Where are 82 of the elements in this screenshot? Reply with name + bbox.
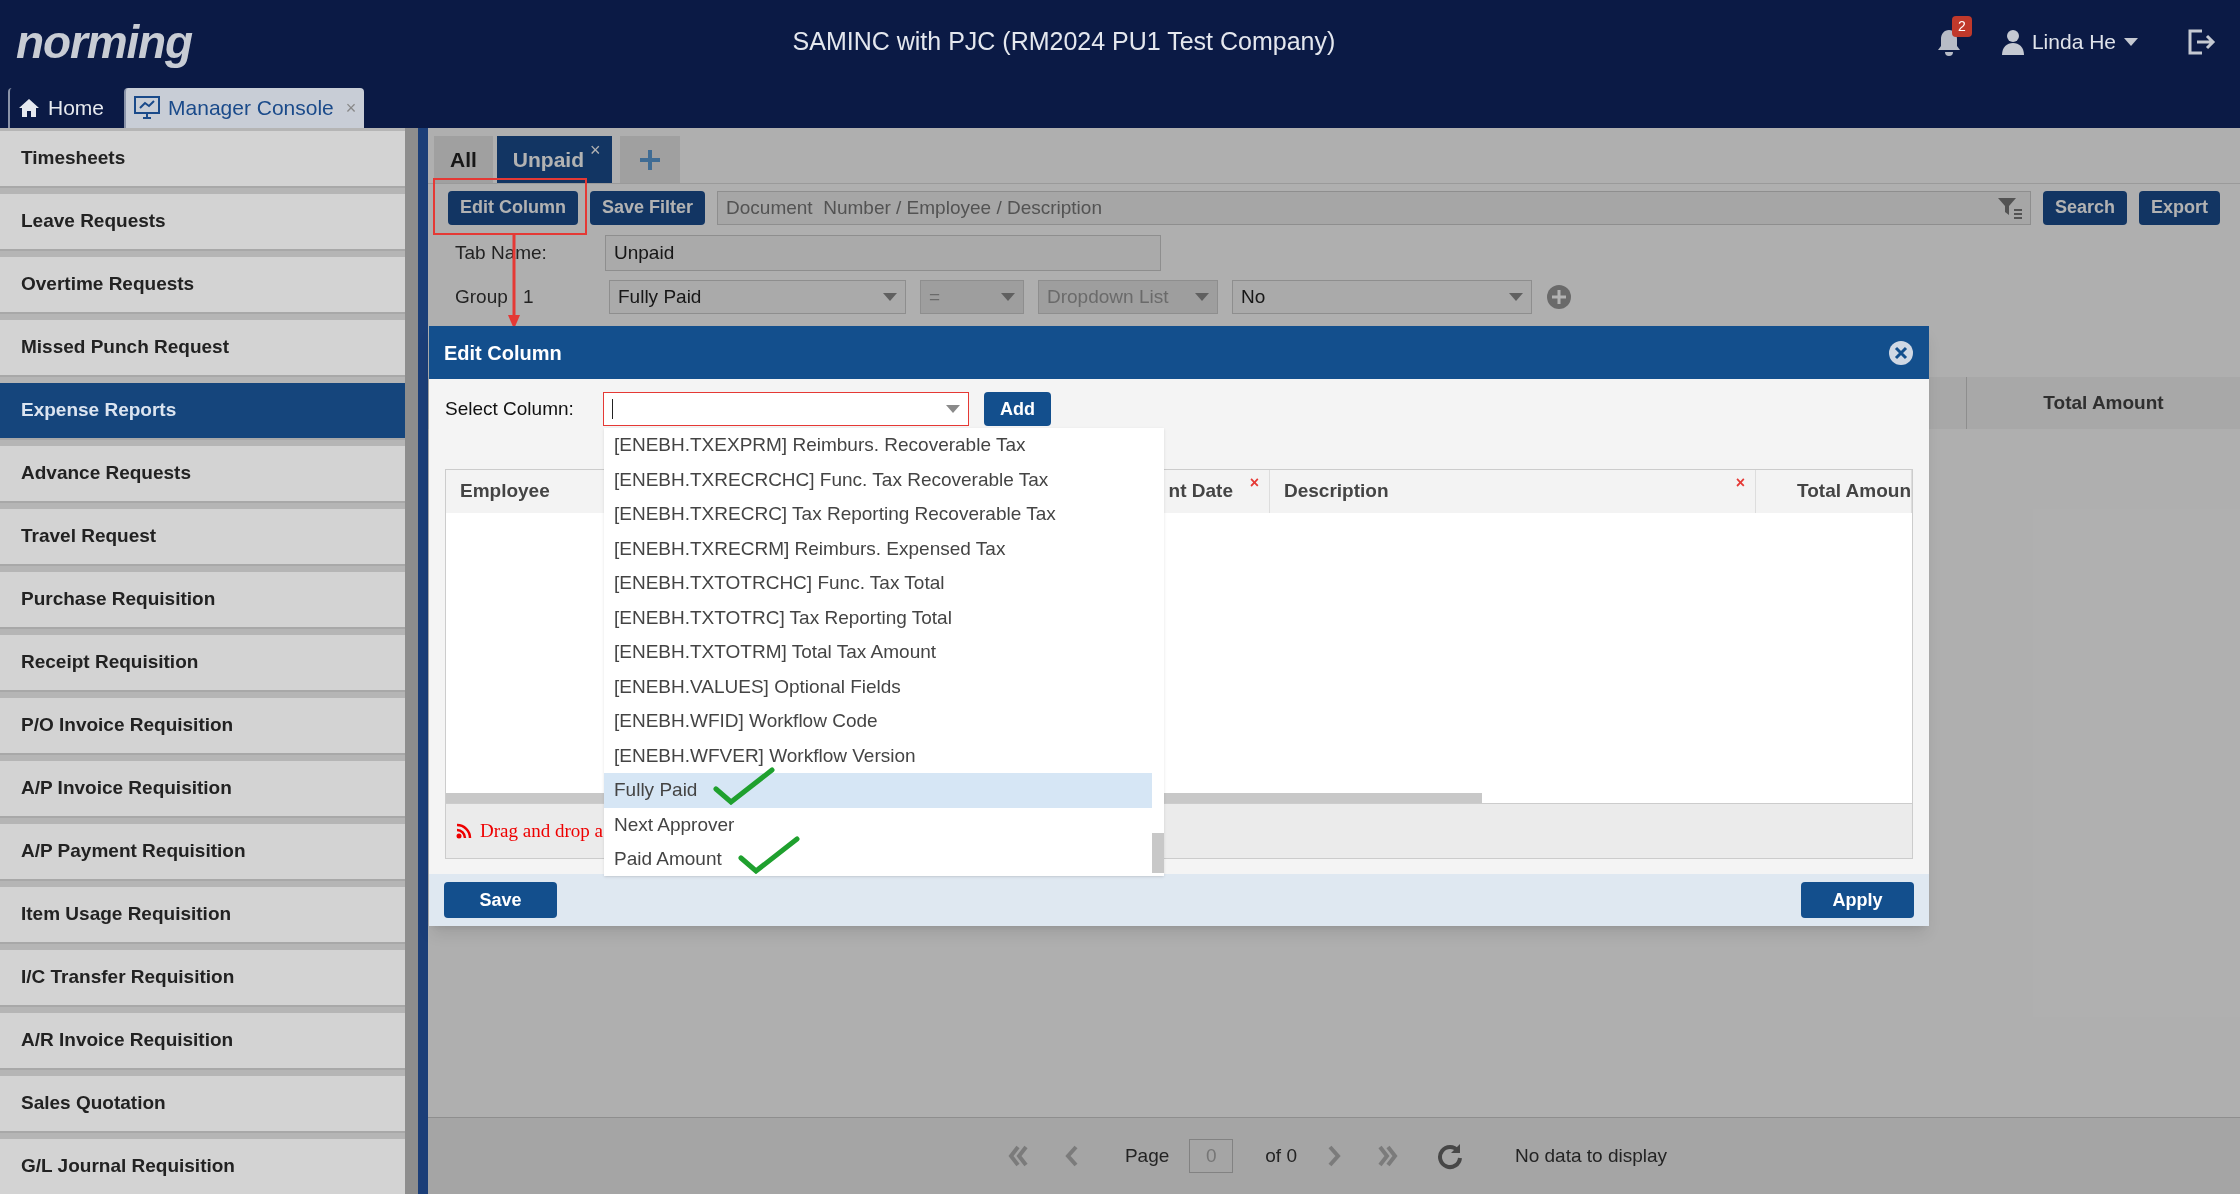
field-label: Select Column:: [445, 396, 575, 421]
sidebar-item[interactable]: Missed Punch Request: [0, 320, 405, 377]
app-title: SAMINC with PJC (RM2024 PU1 Test Company): [791, 26, 1337, 58]
dropdown-option[interactable]: Fully Paid: [614, 776, 698, 805]
plus-icon: [638, 147, 662, 172]
page-label: Page: [1124, 1143, 1170, 1168]
filter-tab[interactable]: All: [434, 136, 493, 183]
close-icon[interactable]: [1888, 339, 1914, 366]
pager-status: No data to display: [1515, 1143, 1668, 1168]
dropdown-option[interactable]: [ENEBH.TXRECRC] Tax Reporting Recoverable Tax: [614, 500, 1056, 529]
tab-name-field[interactable]: Unpaid: [605, 235, 1161, 271]
user-menu[interactable]: Linda He: [2001, 26, 2138, 58]
dropdown-option[interactable]: Paid Amount: [614, 845, 722, 874]
edit-column-button[interactable]: Edit Column: [448, 190, 578, 225]
notification-badge: 2: [1951, 16, 1972, 37]
logo: norming: [16, 14, 192, 70]
search-button[interactable]: Search: [2042, 190, 2127, 225]
sidebar-item[interactable]: Travel Request: [0, 509, 405, 566]
dropdown-option[interactable]: [ENEBH.WFID] Workflow Code: [614, 707, 878, 736]
close-tab-icon[interactable]: ×: [590, 137, 612, 164]
sidebar-item[interactable]: Item Usage Requisition: [0, 887, 405, 944]
sidebar-item[interactable]: Leave Requests: [0, 194, 405, 251]
dropdown-option[interactable]: [ENEBH.TXTOTRCHC] Func. Tax Total: [614, 569, 945, 598]
column-header[interactable]: Total Amoun: [1797, 477, 1911, 506]
dropdown-option[interactable]: [ENEBH.VALUES] Optional Fields: [614, 672, 901, 701]
caret-icon: [1509, 293, 1523, 301]
caret-icon: [1001, 293, 1015, 301]
sidebar-item[interactable]: A/P Invoice Requisition: [0, 761, 405, 818]
scrollbar-thumb[interactable]: [1152, 833, 1164, 873]
drag-hint: Drag and drop a: [480, 818, 603, 843]
add-button[interactable]: Add: [984, 392, 1051, 426]
home-icon: [18, 98, 40, 118]
column-header[interactable]: Description: [1284, 477, 1389, 506]
sidebar-item[interactable]: Timesheets: [0, 131, 405, 188]
caret-icon: [1195, 293, 1209, 301]
caret-icon: [2124, 38, 2138, 46]
save-button[interactable]: Save: [444, 882, 557, 918]
user-icon: [2001, 29, 2024, 55]
page-count: of 0: [1265, 1143, 1297, 1168]
refresh-icon: [1436, 1142, 1464, 1170]
sidebar-item[interactable]: Purchase Requisition: [0, 572, 405, 629]
dropdown-option[interactable]: [ENEBH.TXRECRCHC] Func. Tax Recoverable Tax: [614, 465, 1049, 494]
value-select[interactable]: No: [1232, 280, 1532, 314]
sidebar-item[interactable]: A/P Payment Requisition: [0, 824, 405, 881]
rss-icon: [456, 823, 472, 839]
dropdown-option[interactable]: [ENEBH.WFVER] Workflow Version: [614, 741, 916, 770]
sidebar-item[interactable]: I/C Transfer Requisition: [0, 950, 405, 1007]
save-filter-button[interactable]: Save Filter: [590, 190, 706, 225]
column-header[interactable]: Employee: [460, 477, 550, 506]
dropdown-option[interactable]: [ENEBH.TXTOTRC] Tax Reporting Total: [614, 603, 952, 632]
dropdown-option[interactable]: Next Approver: [614, 810, 735, 839]
sidebar-item[interactable]: Sales Quotation: [0, 1076, 405, 1133]
field-select[interactable]: Fully Paid: [609, 280, 906, 314]
caret-icon: [946, 405, 960, 413]
apply-button[interactable]: Apply: [1801, 882, 1914, 918]
sidebar-item[interactable]: Expense Reports: [0, 383, 405, 440]
nav-tab[interactable]: Manager Console ×: [124, 88, 365, 128]
search-field[interactable]: Document Number / Employee / Description: [717, 190, 2031, 225]
column-header: Total Amount: [1966, 377, 2240, 429]
sidebar-item[interactable]: Overtime Requests: [0, 257, 405, 314]
sidebar-item[interactable]: Advance Requests: [0, 446, 405, 503]
scrollbar-track[interactable]: [405, 128, 418, 1194]
field-label: Group 1: [455, 284, 535, 309]
select-column-field[interactable]: [603, 392, 969, 426]
export-button[interactable]: Export: [2139, 190, 2220, 225]
logout-icon[interactable]: [2186, 28, 2216, 56]
sidebar-item[interactable]: Receipt Requisition: [0, 635, 405, 692]
remove-column-icon[interactable]: ×: [1735, 471, 1745, 495]
column-header[interactable]: nt Date: [1168, 477, 1233, 506]
sidebar-item[interactable]: A/R Invoice Requisition: [0, 1013, 405, 1070]
add-tab-button[interactable]: [620, 136, 680, 183]
monitor-icon: [134, 96, 161, 120]
dropdown-option[interactable]: [ENEBH.TXEXPRM] Reimburs. Recoverable Tax: [614, 431, 1026, 460]
dropdown-option[interactable]: [ENEBH.TXTOTRM] Total Tax Amount: [614, 638, 937, 667]
remove-column-icon[interactable]: ×: [1249, 471, 1259, 495]
filter-icon[interactable]: [1996, 195, 2023, 220]
dialog-title: Edit Column: [444, 340, 562, 366]
sidebar-item[interactable]: P/O Invoice Requisition: [0, 698, 405, 755]
caret-icon: [883, 293, 897, 301]
sidebar-item[interactable]: G/L Journal Requisition: [0, 1139, 405, 1194]
dropdown-option[interactable]: [ENEBH.TXRECRM] Reimburs. Expensed Tax: [614, 534, 1006, 563]
add-condition-icon[interactable]: [1546, 284, 1572, 310]
